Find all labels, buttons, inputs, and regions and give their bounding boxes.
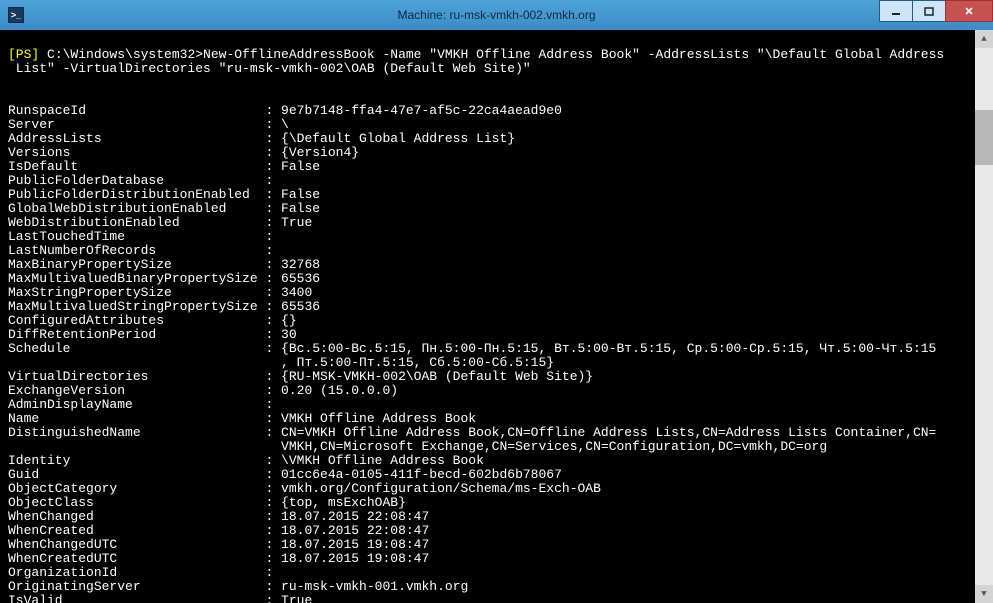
maximize-button[interactable] [912,0,946,22]
prompt-path: C:\Windows\system32> [39,47,203,62]
close-button[interactable] [945,0,993,22]
scroll-thumb[interactable] [975,110,993,165]
window-title: Machine: ru-msk-vmkh-002.vmkh.org [397,8,595,22]
terminal-output[interactable]: [PS] C:\Windows\system32>New-OfflineAddr… [0,30,993,603]
close-icon [964,6,974,16]
vertical-scrollbar[interactable]: ▲ ▼ [975,30,993,603]
output-properties: RunspaceId : 9e7b7148-ffa4-47e7-af5c-22c… [8,90,993,603]
minimize-icon [891,6,901,16]
minimize-button[interactable] [879,0,913,22]
ps-prefix: [PS] [8,47,39,62]
scroll-down-button[interactable]: ▼ [975,585,993,603]
scroll-up-button[interactable]: ▲ [975,30,993,48]
powershell-icon: >_ [8,7,24,23]
window-controls [880,0,993,22]
maximize-icon [924,6,934,16]
window-titlebar: >_ Machine: ru-msk-vmkh-002.vmkh.org [0,0,993,30]
